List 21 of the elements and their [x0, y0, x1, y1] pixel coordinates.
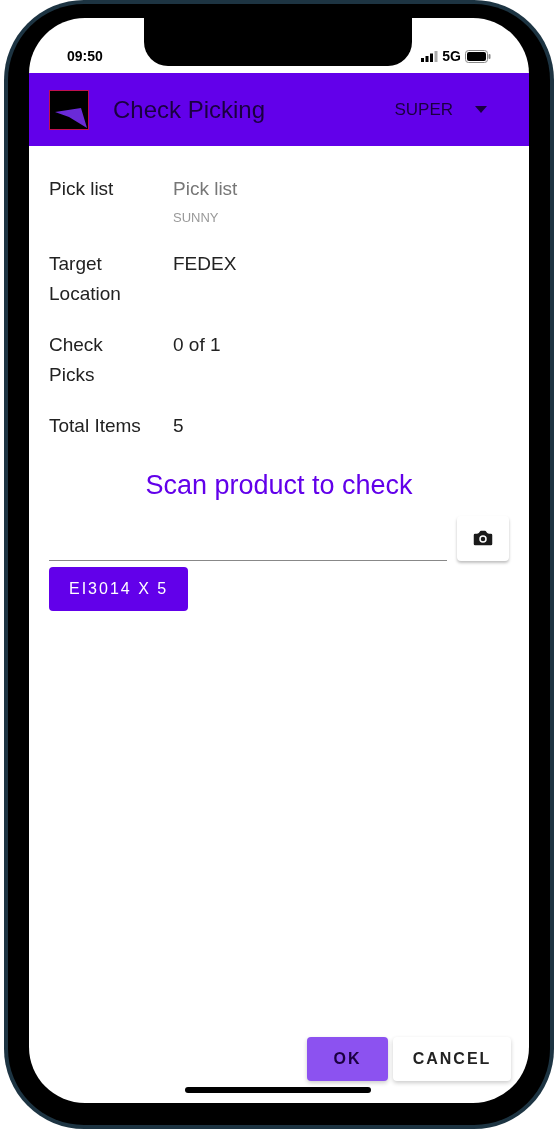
scan-prompt: Scan product to check	[145, 469, 413, 502]
network-label: 5G	[442, 47, 461, 66]
screen-title: Check Picking	[113, 94, 267, 125]
dialog-button[interactable]: OK	[307, 1037, 388, 1081]
dialog-button[interactable]: CANCEL	[393, 1037, 511, 1081]
app-logo-icon	[49, 89, 89, 130]
caret-icon	[475, 106, 487, 113]
battery-icon	[465, 50, 491, 63]
field-label: Target Location	[49, 252, 122, 306]
field-value: 5	[173, 414, 184, 438]
field-label: Check Picks	[49, 333, 104, 387]
field-value: Pick list	[173, 177, 238, 201]
status-time: 09:50	[67, 47, 103, 66]
field-note: SUNNY	[173, 209, 220, 227]
signal-icon	[421, 51, 439, 62]
field-label: Pick list	[49, 177, 115, 201]
field-label: Total Items	[49, 414, 142, 438]
item-chip[interactable]: EI3014 X 5	[49, 566, 189, 611]
field-value: 0 of 1	[173, 333, 221, 357]
field-value: FEDEX	[173, 252, 237, 276]
camera-button[interactable]	[457, 515, 509, 561]
